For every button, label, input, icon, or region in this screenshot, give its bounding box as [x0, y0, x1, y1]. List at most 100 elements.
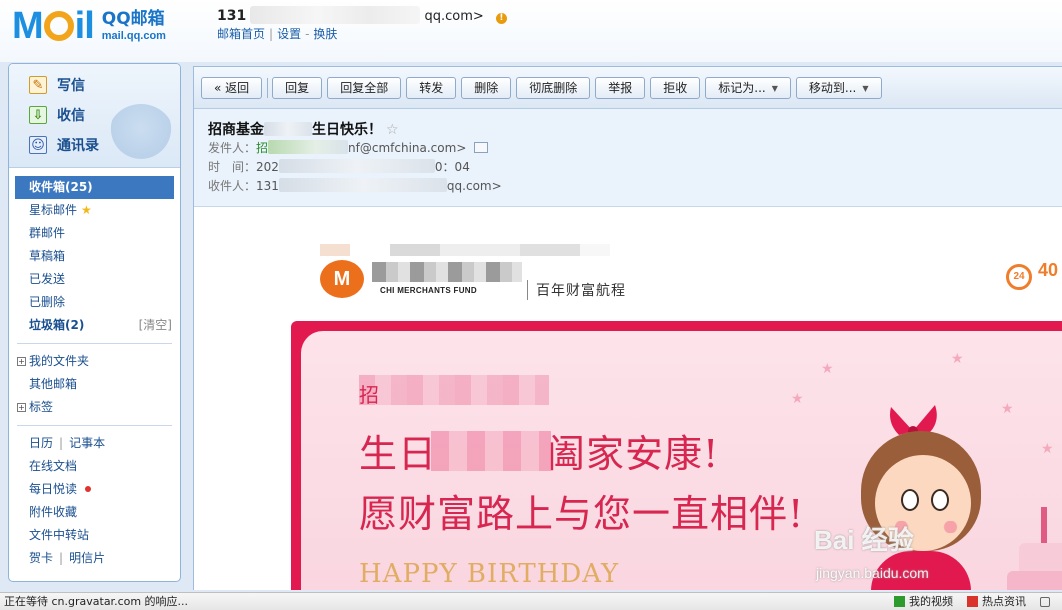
line1-start: 生日: [359, 432, 438, 476]
contact-card-icon[interactable]: [474, 142, 489, 153]
subject-start: 招商基金: [208, 122, 264, 138]
chevron-down-icon: ▼: [771, 83, 778, 93]
app-calendar-notes: 日历 | 记事本: [9, 432, 180, 455]
app-postcards[interactable]: 明信片: [69, 551, 105, 565]
back-button[interactable]: « 返回: [201, 76, 263, 99]
link-skin[interactable]: 换肤: [313, 27, 337, 41]
status-menu-button[interactable]: [1040, 593, 1054, 610]
divider: [527, 280, 528, 300]
top-header: Mil QQ邮箱 mail.qq.com 131 qq.com> ! 邮箱首页 |…: [0, 0, 1062, 62]
logo-text: QQ邮箱 mail.qq.com: [102, 9, 166, 44]
reply-button[interactable]: 回复: [272, 76, 323, 99]
menu-icon: [1040, 596, 1050, 607]
expand-icon[interactable]: +: [17, 357, 26, 366]
divider: -: [305, 27, 310, 41]
time-label: 时 间：: [208, 160, 257, 174]
folder-deleted[interactable]: 已删除: [9, 291, 180, 314]
birthday-card: ★ ★ ★ ★ ★ ★ 招 生日阖家安康! 愿财富路上与您一直相伴! HAPPY…: [291, 321, 1062, 590]
recipient-redacted: [278, 178, 447, 192]
mark-as-dropdown[interactable]: 标记为... ▼: [705, 76, 791, 99]
browser-status-bar: 正在等待 cn.gravatar.com 的响应... 我的视频 热点资讯: [0, 592, 1062, 610]
time-start: 202: [256, 160, 279, 174]
girl-eye: [901, 489, 919, 511]
hot-news-label: 热点资讯: [982, 595, 1026, 608]
star-decoration-icon: ★: [1041, 441, 1054, 457]
account-prefix: 131: [217, 8, 247, 24]
recipient-end: qq.com>: [446, 179, 502, 193]
folder-group[interactable]: 群邮件: [9, 222, 180, 245]
sender-redacted: [268, 140, 349, 154]
link-home[interactable]: 邮箱首页: [217, 27, 265, 41]
time-redacted: [278, 159, 435, 173]
move-to-dropdown[interactable]: 移动到... ▼: [795, 76, 882, 99]
link-settings[interactable]: 设置: [277, 27, 301, 41]
girl-eye: [931, 489, 949, 511]
logo-mark: Mil: [12, 6, 95, 46]
time-end: 0：04: [434, 160, 470, 174]
folder-spam-label: 垃圾箱(2): [29, 318, 85, 332]
app-online-docs[interactable]: 在线文档: [9, 455, 180, 478]
tags-label: 标签: [29, 400, 54, 414]
reject-button[interactable]: 拒收: [650, 76, 701, 99]
mail-reader: « 返回 回复 回复全部 转发 删除 彻底删除 举报 拒收 标记为... ▼ 移动…: [193, 66, 1062, 590]
folder-drafts[interactable]: 草稿箱: [9, 245, 180, 268]
folder-spam[interactable]: 垃圾箱(2) [清空]: [9, 314, 180, 337]
candle: [1041, 507, 1047, 543]
fund-logo: M: [320, 260, 364, 298]
compose-button[interactable]: ✎ 写信: [9, 70, 180, 100]
brand-slogan: 百年财富航程: [536, 283, 626, 299]
move-to-label: 移动到...: [808, 80, 857, 95]
status-text: 正在等待 cn.gravatar.com 的响应...: [4, 595, 189, 608]
star-outline-icon[interactable]: ☆: [386, 122, 399, 138]
cake-layer: [1007, 571, 1062, 590]
sidebar-actions: ✎ 写信 ⇩ 收信 ☺ 通讯录: [9, 64, 180, 168]
folder-sent[interactable]: 已发送: [9, 268, 180, 291]
mail-toolbar: « 返回 回复 回复全部 转发 删除 彻底删除 举报 拒收 标记为... ▼ 移动…: [194, 67, 1062, 109]
hotline-number: 40: [1038, 260, 1059, 280]
divider: [17, 343, 172, 344]
compose-label: 写信: [57, 78, 85, 94]
clear-spam-link[interactable]: [清空]: [139, 314, 172, 337]
my-video-button[interactable]: 我的视频: [894, 593, 953, 610]
warning-icon[interactable]: !: [495, 13, 507, 24]
reply-all-button[interactable]: 回复全部: [327, 76, 402, 99]
app-daily-read[interactable]: 每日悦读: [9, 478, 180, 501]
greeting-lead: 招: [359, 383, 379, 407]
recipient-row: 收件人：131 qq.com>: [208, 177, 1048, 196]
forward-button[interactable]: 转发: [406, 76, 457, 99]
qqmail-logo[interactable]: Mil QQ邮箱 mail.qq.com: [12, 6, 166, 46]
hot-news-button[interactable]: 热点资讯: [967, 593, 1026, 610]
star-decoration-icon: ★: [821, 361, 834, 377]
folder-list: 收件箱(25) 星标邮件 ★ 群邮件 草稿箱 已发送 已删除 垃圾箱(2) [清空]…: [9, 168, 180, 570]
delete-button[interactable]: 删除: [461, 76, 512, 99]
delete-forever-button[interactable]: 彻底删除: [516, 76, 591, 99]
sidebar: ✎ 写信 ⇩ 收信 ☺ 通讯录 收件箱(25) 星标邮件 ★ 群邮件 草稿箱 已发…: [8, 63, 181, 582]
sender-brand-banner: M CHI MERCHANTS FUND 百年财富航程: [320, 244, 640, 300]
receive-label: 收信: [57, 108, 85, 124]
top-links: 邮箱首页 | 设置 - 换肤: [217, 25, 337, 42]
sender-label: 发件人：: [208, 141, 257, 155]
app-notes[interactable]: 记事本: [69, 436, 105, 450]
app-cards[interactable]: 贺卡: [29, 551, 53, 565]
cartoon-girl-illustration: [861, 405, 991, 590]
expand-icon[interactable]: +: [17, 403, 26, 412]
line1-end: 阖家安康!: [547, 432, 720, 476]
folder-starred[interactable]: 星标邮件 ★: [9, 199, 180, 222]
folder-inbox[interactable]: 收件箱(25): [15, 176, 174, 199]
sender-name[interactable]: 招: [256, 141, 268, 155]
logo-url: mail.qq.com: [101, 29, 166, 42]
folder-my-folders[interactable]: + 我的文件夹: [9, 350, 180, 373]
brand-redacted-top: [320, 244, 610, 256]
app-attachments[interactable]: 附件收藏: [9, 501, 180, 524]
folder-other-mail[interactable]: 其他邮箱: [9, 373, 180, 396]
app-file-transfer[interactable]: 文件中转站: [9, 524, 180, 547]
folder-tags[interactable]: + 标签: [9, 396, 180, 419]
greeting-redacted: [359, 375, 549, 405]
happy-birthday-text: HAPPY BIRTHDAY: [359, 559, 620, 589]
hotline: 24 40: [1006, 260, 1058, 290]
star-icon: ★: [81, 203, 92, 217]
logo-name: QQ邮箱: [101, 8, 165, 29]
report-button[interactable]: 举报: [595, 76, 646, 99]
app-calendar[interactable]: 日历: [29, 436, 53, 450]
status-right: 我的视频 热点资讯: [880, 593, 1054, 610]
